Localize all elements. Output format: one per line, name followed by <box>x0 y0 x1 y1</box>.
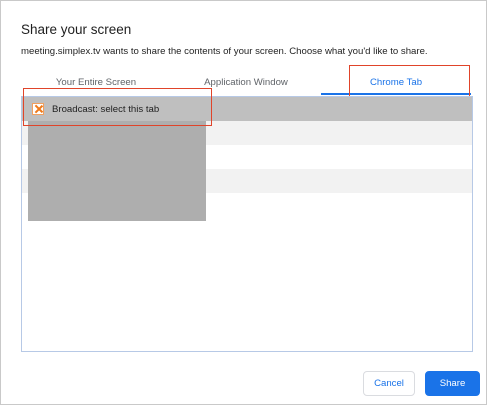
list-item-title: Broadcast: select this tab <box>52 103 160 115</box>
tab-underline-active <box>321 93 471 95</box>
source-tabs: Your Entire Screen Application Window Ch… <box>21 75 471 95</box>
close-x-icon <box>32 103 44 115</box>
dialog-subtitle: meeting.simplex.tv wants to share the co… <box>21 46 428 57</box>
tab-underline <box>21 93 171 95</box>
tab-label: Application Window <box>204 77 288 88</box>
tab-chrome-tab[interactable]: Chrome Tab <box>321 75 471 95</box>
tab-entire-screen[interactable]: Your Entire Screen <box>21 75 171 95</box>
share-screen-dialog: Share your screen meeting.simplex.tv wan… <box>0 0 487 405</box>
tab-application-window[interactable]: Application Window <box>171 75 321 95</box>
share-button[interactable]: Share <box>425 371 480 396</box>
tab-label: Chrome Tab <box>369 77 423 88</box>
tab-label: Your Entire Screen <box>55 77 137 88</box>
list-item[interactable]: Broadcast: select this tab <box>22 97 472 121</box>
tab-underline <box>171 93 321 95</box>
tab-preview-thumbnail <box>28 121 206 221</box>
chrome-tab-list: Broadcast: select this tab <box>21 96 473 352</box>
cancel-button[interactable]: Cancel <box>363 371 415 396</box>
dialog-title: Share your screen <box>21 22 132 37</box>
